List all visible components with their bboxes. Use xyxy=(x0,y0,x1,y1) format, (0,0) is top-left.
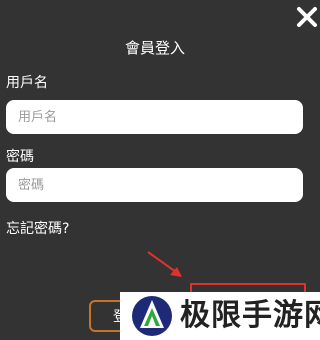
watermark-banner: 极限手游网 xyxy=(120,292,320,340)
password-input[interactable] xyxy=(6,168,303,202)
dialog-title: 會員登入 xyxy=(124,39,185,57)
forgot-password-link[interactable]: 忘記密碼? xyxy=(6,218,69,238)
watermark-text: 极限手游网 xyxy=(180,298,320,333)
watermark-logo-icon xyxy=(132,296,172,336)
username-input[interactable] xyxy=(6,100,303,134)
password-label: 密碼 xyxy=(6,149,34,165)
username-label: 用戶名 xyxy=(6,75,48,91)
annotation-arrow-icon xyxy=(147,251,182,277)
close-icon[interactable] xyxy=(296,6,318,28)
